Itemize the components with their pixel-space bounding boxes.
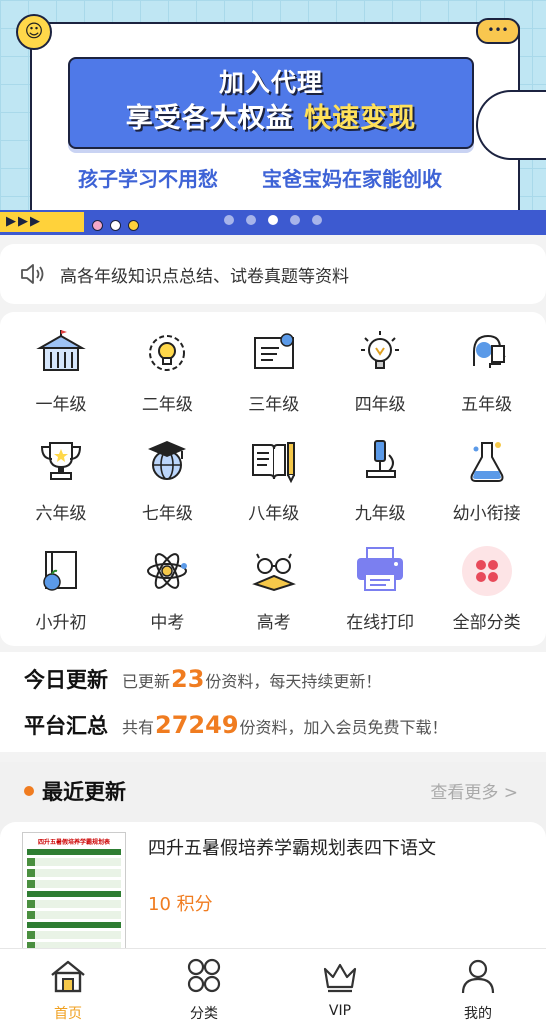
category-label: 九年级: [354, 504, 406, 524]
category-item[interactable]: 全部分类: [433, 536, 541, 636]
category-item[interactable]: 四年级: [326, 318, 434, 418]
category-item[interactable]: 小升初: [7, 536, 115, 636]
document-thumbnail: 四升五暑假培养学霸规划表: [22, 832, 126, 962]
recent-item-points: 10 积分: [148, 894, 213, 915]
book-apple-icon: [34, 544, 88, 598]
trophy-icon: [34, 435, 88, 489]
flask-icon: [460, 435, 514, 489]
microscope-icon: [353, 435, 407, 489]
stat-total: 平台汇总 共有 27249 份资料，加入会员免费下载！: [24, 711, 448, 739]
recent-title: 最近更新: [42, 780, 126, 804]
head-book-icon: [460, 326, 514, 380]
recent-header: 最近更新: [24, 776, 126, 806]
pager-dot[interactable]: [224, 215, 234, 225]
category-label: 在线打印: [346, 613, 415, 633]
banner-decor-dots: [92, 216, 146, 235]
view-more-link[interactable]: 查看更多 >: [430, 778, 518, 803]
category-label: 八年级: [248, 504, 300, 524]
chat-bubble-icon: •••: [476, 18, 520, 44]
category-item[interactable]: 七年级: [113, 427, 221, 527]
open-book-pencil-icon: [247, 435, 301, 489]
stat-today-count: 23: [171, 665, 205, 693]
tab-vip[interactable]: VIP: [290, 957, 390, 1019]
category-item[interactable]: 六年级: [7, 427, 115, 527]
banner-subline-right: 宝爸宝妈在家能创收: [262, 167, 442, 191]
category-label: 高考: [256, 613, 291, 633]
category-label: 幼小衔接: [452, 504, 521, 524]
arrows-icon: ▶▶▶: [0, 212, 84, 232]
category-label: 五年级: [461, 395, 513, 415]
promo-banner[interactable]: ☺ ••• 加入代理 享受各大权益 快速变现 孩子学习不用愁 宝爸宝妈在家能创收…: [0, 0, 546, 235]
recent-item-name: 四升五暑假培养学霸规划表四下语文: [148, 838, 436, 859]
stat-today-label: 今日更新: [24, 668, 108, 692]
notice-text: 高各年级知识点总结、试卷真题等资料: [60, 266, 349, 287]
school-building-icon: [34, 326, 88, 380]
category-label: 小升初: [35, 613, 87, 633]
category-item[interactable]: 高考: [220, 536, 328, 636]
all-categories-icon: [460, 544, 514, 598]
user-icon: [461, 959, 495, 994]
category-item[interactable]: 中考: [113, 536, 221, 636]
category-grid: 一年级 二年级 三年级 四年级 五年级六年级 七年级 八年级 九年级 幼小衔接小升初 中考 高考 在线…: [0, 312, 546, 646]
category-item[interactable]: 五年级: [433, 318, 541, 418]
category-item[interactable]: 三年级: [220, 318, 328, 418]
grid-circles-icon: [187, 958, 221, 993]
category-item[interactable]: 在线打印: [326, 536, 434, 636]
stats-panel: 今日更新 已更新 23 份资料，每天持续更新！ 平台汇总 共有 27249 份资…: [0, 652, 546, 752]
category-item[interactable]: 九年级: [326, 427, 434, 527]
pager-dot[interactable]: [290, 215, 300, 225]
category-item[interactable]: 二年级: [113, 318, 221, 418]
stat-total-count: 27249: [155, 711, 239, 739]
tab-category[interactable]: 分类: [154, 957, 254, 1023]
category-label: 中考: [150, 613, 185, 633]
category-label: 三年级: [248, 395, 300, 415]
glasses-book-icon: [247, 544, 301, 598]
recent-section: 最近更新 查看更多 > 四升五暑假培养学霸规划表 四升五暑假培养学霸规划表四下语…: [0, 762, 546, 962]
notice-bar[interactable]: 高各年级知识点总结、试卷真题等资料: [0, 244, 546, 304]
banner-headline-1: 加入代理: [218, 68, 323, 97]
banner-subline-left: 孩子学习不用愁: [78, 167, 218, 191]
stat-today: 今日更新 已更新 23 份资料，每天持续更新！: [24, 665, 382, 693]
category-label: 七年级: [141, 504, 193, 524]
category-item[interactable]: 幼小衔接: [433, 427, 541, 527]
smiley-icon: ☺: [16, 14, 52, 50]
pager-dot[interactable]: [246, 215, 256, 225]
graduation-globe-icon: [140, 435, 194, 489]
pager-dot[interactable]: [268, 215, 278, 225]
carousel-pager[interactable]: [224, 210, 334, 229]
idea-bulb-icon: [353, 326, 407, 380]
tab-home[interactable]: 首页: [18, 957, 118, 1023]
category-label: 六年级: [35, 504, 87, 524]
speaker-icon: [21, 264, 44, 284]
category-label: 二年级: [141, 395, 193, 415]
category-label: 全部分类: [452, 613, 521, 633]
category-item[interactable]: 一年级: [7, 318, 115, 418]
lightbulb-gear-icon: [140, 326, 194, 380]
category-label: 四年级: [354, 395, 406, 415]
category-item[interactable]: 八年级: [220, 427, 328, 527]
bullet-dot-icon: [24, 786, 34, 796]
banner-headline-box: 加入代理 享受各大权益 快速变现: [68, 57, 474, 149]
bottom-tab-bar: 首页 分类 VIP 我的: [0, 948, 546, 1024]
home-icon: [51, 960, 85, 993]
certificate-icon: [247, 326, 301, 380]
cloud-icon: [476, 90, 546, 160]
banner-headline-2: 享受各大权益 快速变现: [125, 103, 417, 134]
atom-icon: [140, 544, 194, 598]
printer-icon: [353, 544, 407, 598]
category-label: 一年级: [35, 395, 87, 415]
crown-icon: [323, 963, 357, 993]
stat-total-label: 平台汇总: [24, 714, 108, 738]
pager-dot[interactable]: [312, 215, 322, 225]
tab-mine[interactable]: 我的: [428, 957, 528, 1023]
recent-item-card[interactable]: 四升五暑假培养学霸规划表 四升五暑假培养学霸规划表四下语文 10 积分: [0, 822, 546, 962]
